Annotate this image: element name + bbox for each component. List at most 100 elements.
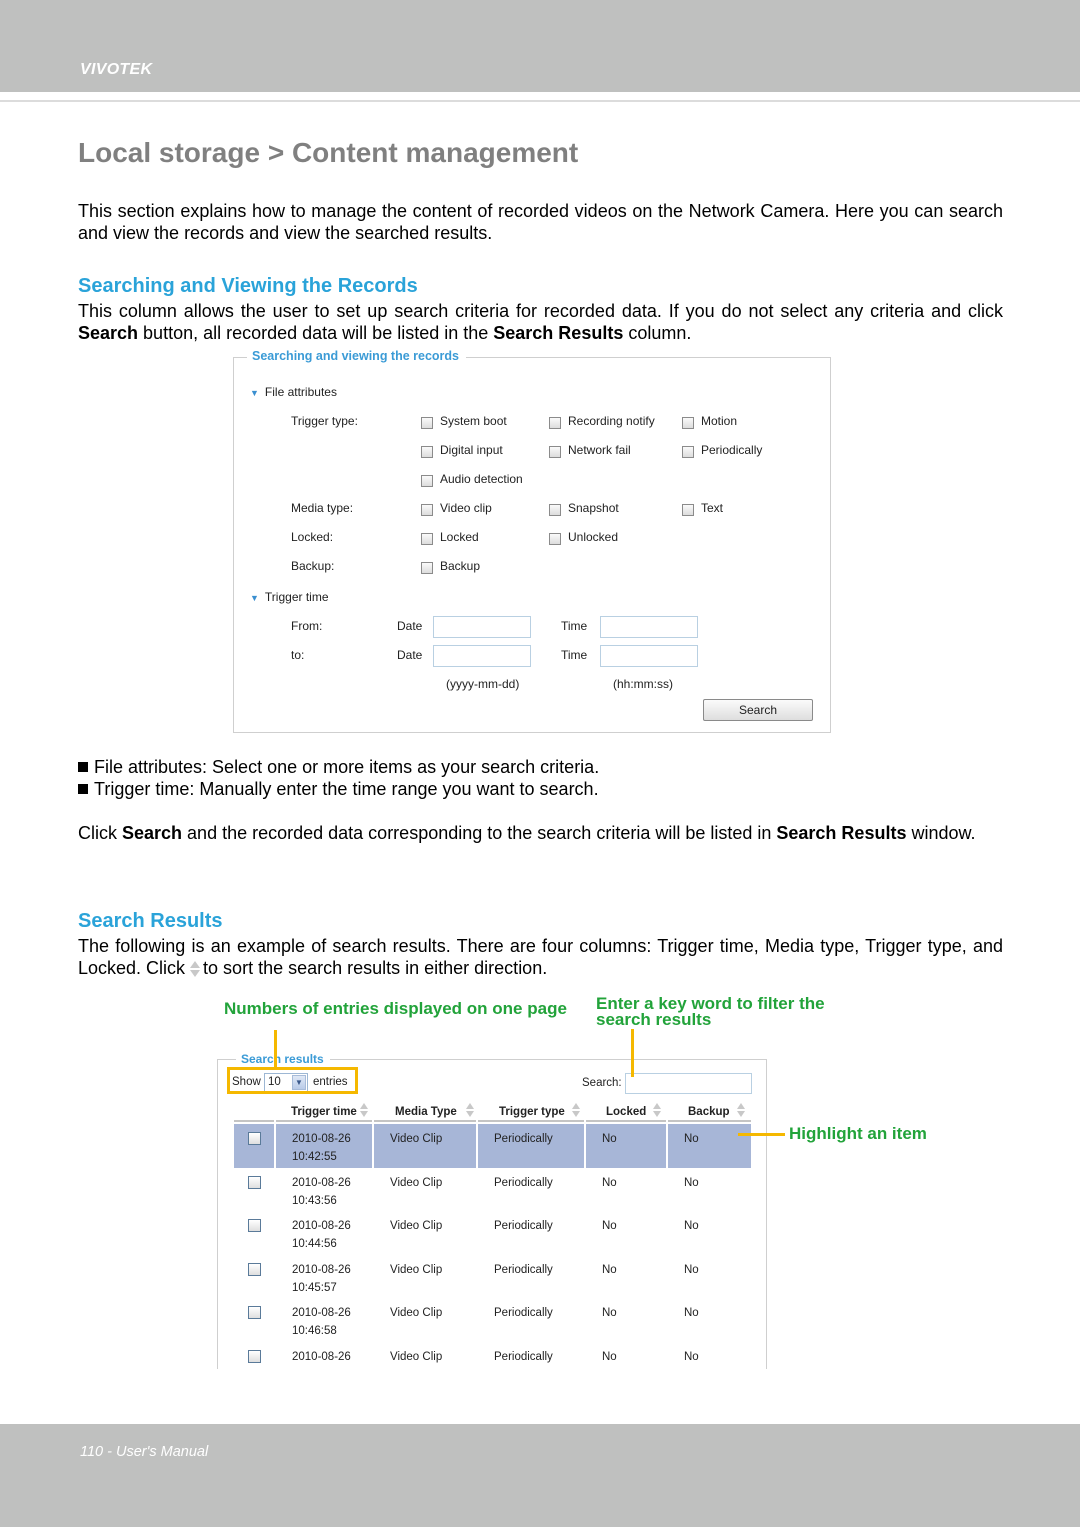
file-attributes-toggle[interactable]: ▼︎ File attributes (250, 385, 337, 399)
cell-locked: No (602, 1220, 617, 1232)
column-header-locked[interactable]: Locked (606, 1103, 662, 1118)
header-rule (234, 1120, 274, 1123)
to-time-label: Time (561, 648, 588, 662)
trigger-time-toggle[interactable]: ▼︎ Trigger time (250, 590, 329, 604)
expand-chevron-icon: ▼︎ (250, 593, 259, 603)
cell-locked: No (602, 1350, 617, 1363)
text-span: Click (78, 823, 122, 843)
table-row[interactable]: 2010-08-26 10:45:57 Video Clip Periodically… (234, 1255, 751, 1299)
row-checkbox[interactable] (248, 1175, 261, 1189)
column-header-backup[interactable]: Backup (688, 1103, 746, 1118)
checkbox-audio-detection[interactable] (421, 475, 433, 487)
header-rule (478, 1120, 584, 1123)
annotation-highlight-item: Highlight an item (789, 1124, 927, 1143)
text-span: button, all recorded data will be listed… (138, 323, 494, 343)
callout-box-entries (227, 1067, 358, 1094)
from-time-input[interactable] (600, 616, 698, 638)
from-label: From: (291, 619, 323, 633)
checkbox-label: Backup (440, 559, 481, 573)
checkbox-video-clip[interactable] (421, 504, 433, 516)
section-heading-search-results: Search Results (78, 910, 223, 932)
cell-trigger: Periodically (494, 1220, 553, 1232)
checkbox-label: Periodically (701, 443, 763, 457)
checkbox-label: Recording notify (568, 414, 655, 428)
sort-arrows-icon (359, 1103, 369, 1118)
checkbox-label: Motion (701, 414, 738, 428)
table-row[interactable]: 2010-08-26 10:46:58 Video Clip Periodically… (234, 1298, 751, 1342)
text-span: window. (906, 823, 976, 843)
cell-trigger: Periodically (494, 1350, 553, 1363)
row-checkbox[interactable] (248, 1349, 261, 1363)
cell-separator (372, 1124, 374, 1168)
annotation-keyword-filter: Enter a key word to filter the search re… (596, 994, 825, 1029)
sort-arrows-icon (736, 1103, 746, 1118)
checkbox-label: Video clip (440, 501, 492, 515)
cell-time: 10:43:56 (292, 1194, 337, 1207)
from-date-input[interactable] (433, 616, 531, 638)
panel-legend: Searching and viewing the records (247, 349, 467, 363)
search-button[interactable]: Search (703, 699, 813, 721)
checkbox-label: Snapshot (568, 501, 619, 515)
cell-trigger: Periodically (494, 1176, 553, 1189)
keyword-search-input[interactable] (625, 1073, 752, 1094)
bold-term-search: Search (122, 823, 183, 843)
table-row[interactable]: 2010-08-26 10:44:56 Video Clip Periodically… (234, 1211, 751, 1255)
cell-trigger-time: 2010-08-26 10:43:56 (292, 1174, 351, 1210)
date-format-hint: (yyyy-mm-dd) (446, 677, 520, 691)
checkbox-locked[interactable] (421, 533, 433, 545)
text-span: and the recorded data corresponding to t… (182, 823, 777, 843)
column-header-trigger-type[interactable]: Trigger type (499, 1103, 581, 1118)
checkbox-digital-input[interactable] (421, 446, 433, 458)
to-date-input[interactable] (433, 645, 531, 667)
checkbox-motion[interactable] (682, 417, 694, 429)
table-row[interactable]: 2010-08-26 10:43:56 Video Clip Periodically… (234, 1168, 751, 1212)
row-checkbox[interactable] (248, 1306, 261, 1319)
checkbox-text[interactable] (682, 504, 694, 516)
to-time-input[interactable] (600, 645, 698, 667)
checkbox-network-fail[interactable] (549, 446, 561, 458)
cell-time: 10:44:56 (292, 1238, 337, 1250)
column-label: Trigger time (291, 1106, 357, 1118)
sort-arrows-icon (571, 1103, 581, 1118)
table-row-highlighted[interactable]: 2010-08-26 10:42:55 Video Clip Periodically… (234, 1124, 751, 1168)
cell-date: 2010-08-26 (292, 1220, 351, 1232)
bold-term-search-results: Search Results (493, 323, 624, 343)
keyword-search-label: Search: (582, 1077, 622, 1089)
cell-separator (584, 1124, 586, 1168)
callout-line-highlight (738, 1133, 785, 1136)
checkbox-periodically[interactable] (682, 446, 694, 458)
cell-trigger-time: 2010-08-26 (292, 1348, 351, 1366)
column-header-media-type[interactable]: Media Type (395, 1103, 475, 1118)
search-records-panel: Searching and viewing the records ▼︎ File… (233, 349, 831, 733)
row-checkbox[interactable] (248, 1132, 261, 1145)
time-format-hint: (hh:mm:ss) (613, 677, 673, 691)
checkbox-unlocked[interactable] (549, 533, 561, 545)
cell-locked: No (602, 1263, 617, 1276)
checkbox-system-boot[interactable] (421, 417, 433, 429)
cell-separator (274, 1124, 276, 1168)
header-rule (586, 1120, 666, 1123)
checkbox-label: Text (701, 501, 724, 515)
click-search-paragraph: Click Search and the recorded data corre… (78, 822, 1003, 844)
table-row[interactable]: 2010-08-26 Video Clip Periodically No No (234, 1342, 751, 1386)
file-attributes-label: File attributes (264, 385, 337, 399)
cell-backup: No (684, 1263, 699, 1276)
row-checkbox[interactable] (248, 1219, 261, 1232)
cell-backup: No (684, 1176, 699, 1189)
cell-date: 2010-08-26 (292, 1133, 351, 1145)
row-checkbox[interactable] (248, 1262, 261, 1276)
cell-locked: No (602, 1133, 617, 1145)
cell-backup: No (684, 1220, 699, 1232)
checkbox-recording-notify[interactable] (549, 417, 561, 429)
cell-media: Video Clip (390, 1263, 443, 1276)
header-rule (374, 1120, 476, 1123)
column-label: Trigger type (499, 1106, 565, 1118)
header-divider (0, 100, 1080, 102)
checkbox-snapshot[interactable] (549, 504, 561, 516)
sort-arrows-icon (465, 1103, 475, 1118)
checkbox-backup[interactable] (421, 562, 433, 574)
cell-backup: No (684, 1133, 699, 1145)
cell-trigger-time: 2010-08-26 10:46:58 (292, 1304, 351, 1340)
column-header-trigger-time[interactable]: Trigger time (291, 1103, 369, 1118)
to-date-label: Date (397, 648, 423, 662)
